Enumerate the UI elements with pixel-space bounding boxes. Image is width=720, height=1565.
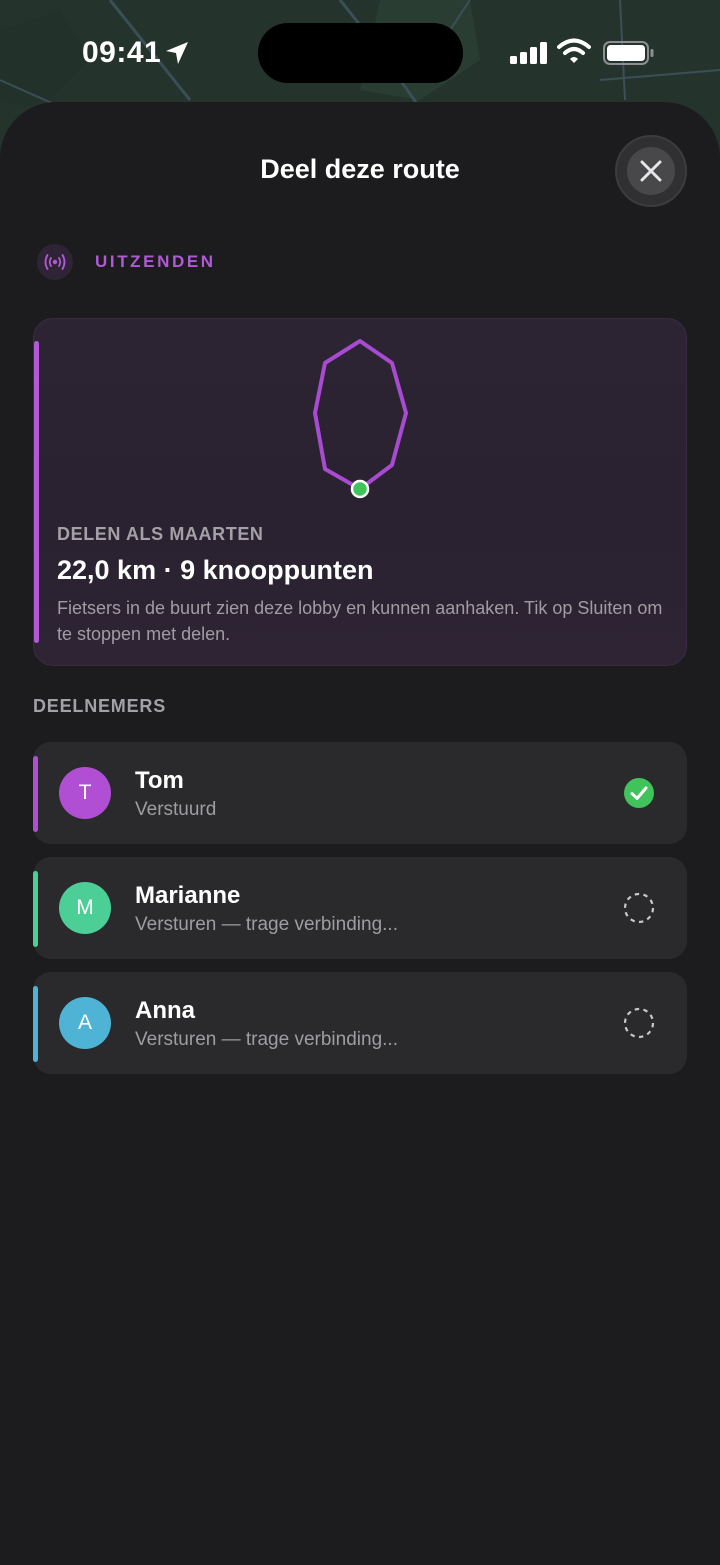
participant-name: Marianne (135, 882, 241, 909)
avatar: T (59, 767, 111, 819)
participant-status: Versturen — trage verbinding... (135, 1029, 398, 1050)
participant-row[interactable]: A Anna Versturen — trage verbinding... (33, 972, 687, 1074)
broadcast-label: UITZENDEN (95, 252, 216, 271)
route-description: Fietsers in de buurt zien deze lobby en … (57, 598, 663, 644)
checkmark-icon (624, 778, 654, 808)
status-bar: 09:41 (0, 0, 720, 104)
participant-row[interactable]: M Marianne Versturen — trage verbinding.… (33, 857, 687, 959)
loading-spinner-icon (623, 892, 655, 924)
close-button[interactable] (615, 135, 687, 207)
share-as-label: DELEN ALS MAARTEN (57, 524, 264, 544)
share-route-sheet: Deel deze route UITZENDEN DELEN ALS MAAR… (0, 102, 720, 1565)
loading-spinner-icon (623, 1007, 655, 1039)
status-time: 09:41 (82, 36, 162, 69)
wifi-icon (557, 38, 591, 63)
participant-status: Versturen — trage verbinding... (135, 914, 398, 935)
battery-icon (603, 41, 654, 65)
route-card: DELEN ALS MAARTEN 22,0 km · 9 knooppunte… (33, 318, 687, 666)
broadcast-section-header: UITZENDEN (37, 244, 216, 280)
participant-color-bar (33, 986, 38, 1062)
participant-name: Tom (135, 767, 184, 794)
participants-heading: DEELNEMERS (33, 696, 167, 716)
participant-color-bar (33, 756, 38, 832)
participant-color-bar (33, 871, 38, 947)
cellular-signal-icon (510, 42, 547, 64)
avatar: M (59, 882, 111, 934)
location-arrow-icon (166, 42, 188, 64)
participant-row[interactable]: T Tom Verstuurd (33, 742, 687, 844)
participant-name: Anna (135, 997, 195, 1024)
route-start-point (350, 479, 370, 499)
avatar: A (59, 997, 111, 1049)
route-shape-preview (313, 339, 408, 499)
sheet-title: Deel deze route (260, 154, 460, 184)
route-stats: 22,0 km · 9 knooppunten (57, 555, 374, 585)
close-icon (640, 160, 662, 182)
participant-status: Verstuurd (135, 799, 217, 820)
dynamic-island (258, 23, 463, 83)
broadcast-icon (37, 244, 73, 280)
